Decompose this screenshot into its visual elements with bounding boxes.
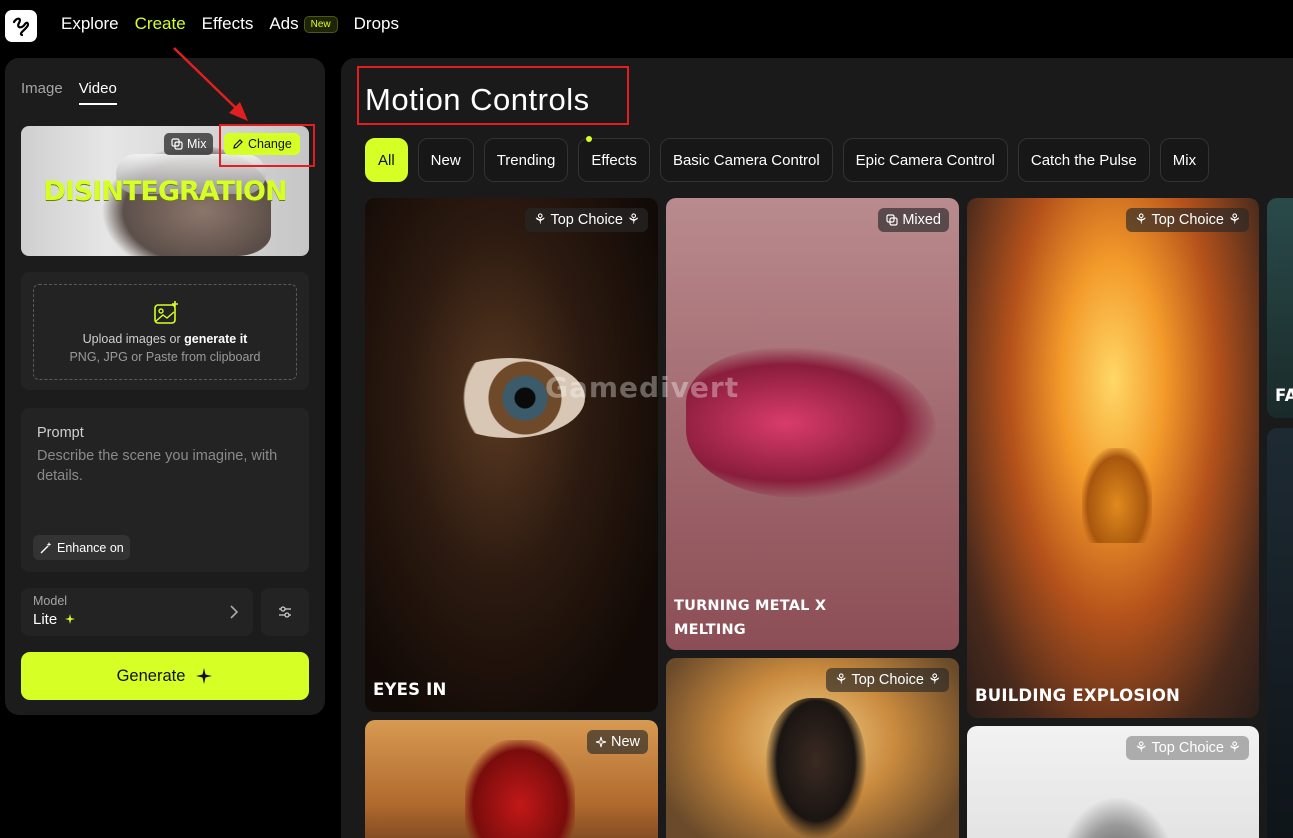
nav-explore[interactable]: Explore: [61, 14, 119, 34]
sliders-icon: [279, 606, 291, 618]
card-tag: ⚘ Top Choice ⚘: [1126, 736, 1249, 760]
filter-effects[interactable]: Effects: [578, 136, 650, 182]
card-red-jacket[interactable]: New: [365, 720, 658, 838]
filter-new[interactable]: New: [417, 138, 474, 182]
main-nav: Explore Create Effects Ads New Drops: [61, 14, 415, 34]
card-turning-metal-melting[interactable]: Mixed TURNING METAL X MELTING: [666, 198, 959, 650]
card-building-explosion[interactable]: ⚘ Top Choice ⚘ BUILDING EXPLOSION: [967, 198, 1259, 718]
tab-image[interactable]: Image: [21, 80, 63, 105]
card-caption: FA: [1275, 386, 1293, 405]
tag-label: Top Choice: [1151, 212, 1224, 228]
monk-figure: [1082, 448, 1152, 543]
media-tabs: Image Video: [21, 80, 117, 105]
card-tag: ⚘ Top Choice ⚘: [1126, 208, 1249, 232]
top-nav-bar: Explore Create Effects Ads New Drops: [0, 0, 1293, 52]
tag-label: Top Choice: [851, 672, 924, 688]
sparkle-icon: [595, 736, 607, 748]
laurel-icon: ⚘: [1228, 212, 1241, 228]
settings-button[interactable]: [261, 588, 309, 636]
upload-prefix: Upload images or: [82, 332, 185, 346]
particle-artwork: [1057, 796, 1177, 838]
add-image-icon: [154, 301, 178, 324]
mix-icon: [886, 214, 898, 226]
mix-icon: [171, 138, 183, 150]
sparkle-icon: [65, 614, 76, 624]
card-caption: BUILDING EXPLOSION: [975, 686, 1181, 705]
upload-line-1: Upload images or generate it: [34, 332, 296, 346]
sparkle-icon: [196, 668, 213, 684]
mix-chip[interactable]: Mix: [164, 133, 214, 155]
enhance-label: Enhance on: [57, 540, 124, 555]
caption-line-1: TURNING METAL X: [674, 598, 827, 614]
laurel-icon: ⚘: [1228, 740, 1241, 756]
filter-epic-camera-control[interactable]: Epic Camera Control: [842, 138, 1008, 182]
motion-controls-gallery: Motion Controls All New Trending Effects…: [341, 58, 1293, 838]
annotation-box-title: [357, 66, 629, 125]
chevron-right-icon: [230, 605, 239, 619]
card-tag: Mixed: [878, 208, 949, 232]
prompt-input[interactable]: [37, 446, 297, 506]
model-value-text: Lite: [33, 611, 58, 628]
generate-button[interactable]: Generate: [21, 652, 309, 700]
upload-dropzone[interactable]: Upload images or generate it PNG, JPG or…: [21, 272, 309, 390]
tag-label: Top Choice: [550, 212, 623, 228]
magic-wand-icon: [40, 541, 52, 553]
card-eyes-in[interactable]: ⚘ Top Choice ⚘ EYES IN: [365, 198, 658, 712]
nav-drops[interactable]: Drops: [354, 14, 399, 34]
enhance-toggle[interactable]: Enhance on: [33, 535, 130, 560]
prompt-label: Prompt: [37, 425, 84, 441]
generate-it-link[interactable]: generate it: [184, 332, 247, 346]
man-artwork: [766, 698, 866, 838]
upload-line-2: PNG, JPG or Paste from clipboard: [69, 350, 261, 364]
laurel-icon: ⚘: [533, 212, 547, 228]
filter-effects-label: Effects: [591, 151, 637, 169]
watermark-line-2: Gamedivert: [545, 371, 740, 404]
card-tag: ⚘ Top Choice ⚘: [525, 208, 648, 232]
laurel-icon: ⚘: [928, 672, 941, 688]
create-panel: Image Video DISINTEGRATION Mix Change Up…: [5, 58, 325, 715]
laurel-icon: ⚘: [834, 672, 848, 688]
filter-mix[interactable]: Mix: [1159, 138, 1210, 182]
card-man-explosion[interactable]: ⚘ Top Choice ⚘: [666, 658, 959, 838]
filter-tabs: All New Trending Effects Basic Camera Co…: [365, 136, 1210, 182]
prompt-box: Prompt Enhance on: [21, 408, 309, 572]
laurel-icon: ⚘: [1134, 740, 1148, 756]
tag-label: Mixed: [902, 212, 941, 228]
jacket-artwork: [465, 740, 575, 838]
filter-trending[interactable]: Trending: [483, 138, 569, 182]
laurel-icon: ⚘: [1134, 212, 1148, 228]
tag-label: Top Choice: [1151, 740, 1224, 756]
model-selector[interactable]: Model Lite: [21, 588, 253, 636]
card-partial-right[interactable]: FA: [1267, 198, 1293, 418]
card-tag: ⚘ Top Choice ⚘: [826, 668, 949, 692]
model-key: Model: [33, 594, 68, 608]
mix-label: Mix: [187, 137, 207, 151]
logo-icon[interactable]: [5, 10, 37, 42]
filter-catch-the-pulse[interactable]: Catch the Pulse: [1017, 138, 1150, 182]
upload-dashed-area[interactable]: Upload images or generate it PNG, JPG or…: [33, 284, 297, 380]
card-tag: New: [586, 730, 648, 754]
nav-create[interactable]: Create: [135, 14, 186, 34]
nav-effects[interactable]: Effects: [202, 14, 254, 34]
card-white-disintegration[interactable]: ⚘ Top Choice ⚘: [967, 726, 1259, 838]
filter-all[interactable]: All: [365, 138, 408, 182]
card-partial-right-2[interactable]: [1267, 428, 1293, 838]
preset-title: DISINTEGRATION: [43, 176, 287, 207]
annotation-box-change: [219, 124, 315, 167]
model-value: Lite: [33, 611, 76, 628]
caption-line-2: MELTING: [674, 622, 746, 638]
filter-basic-camera-control[interactable]: Basic Camera Control: [659, 138, 833, 182]
card-caption: TURNING METAL X MELTING: [674, 594, 826, 642]
nav-ads[interactable]: Ads: [269, 14, 298, 34]
tab-video[interactable]: Video: [78, 80, 117, 105]
ads-new-badge: New: [303, 15, 338, 33]
new-indicator-dot: [586, 136, 593, 142]
watermark: Gamedivert: [545, 371, 739, 404]
laurel-icon: ⚘: [627, 212, 640, 228]
tag-label: New: [610, 734, 640, 750]
generate-label: Generate: [116, 666, 186, 685]
card-caption: EYES IN: [373, 680, 447, 699]
